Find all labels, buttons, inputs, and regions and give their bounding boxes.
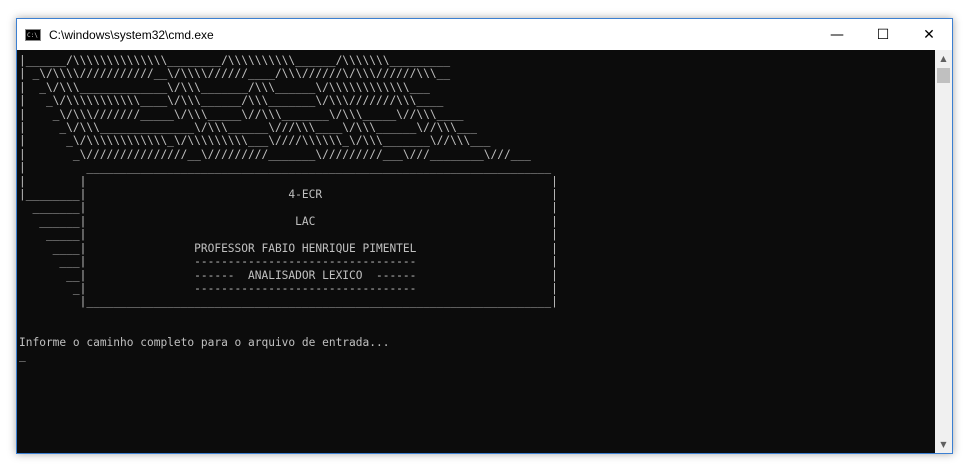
console-line: _____| | (45, 228, 558, 242)
console-line: | _\/\\\\\\\\\\\\_\/\\\\\\\\\___\////\\\… (19, 134, 491, 148)
console-line: Informe o caminho completo para o arquiv… (19, 335, 390, 349)
console-line: ______| LAC | (39, 214, 558, 228)
scrollbar-thumb[interactable] (937, 68, 950, 83)
console-line: |_______________________________________… (79, 295, 558, 309)
console-line: ____| PROFESSOR FABIO HENRIQUE PIMENTEL … (52, 241, 558, 255)
console-line: __| ------ ANALISADOR LEXICO ------ | (66, 268, 558, 282)
console-line: | _\///////////////__\/////////_______\/… (19, 147, 531, 161)
console-line: _______| | (32, 201, 558, 215)
console-line: |________| 4-ECR | (19, 188, 558, 202)
window-controls: — ☐ ✕ (814, 19, 952, 50)
console-line: _ (19, 348, 26, 362)
console-text: |______/\\\\\\\\\\\\\\________/\\\\\\\\\… (19, 54, 558, 362)
console-line: | ______________________________________… (19, 161, 552, 175)
console-line: | _\/\\\______________\/\\\______\///\\\… (19, 121, 478, 135)
close-icon: ✕ (923, 26, 935, 43)
console-output[interactable]: |______/\\\\\\\\\\\\\\________/\\\\\\\\\… (17, 50, 934, 453)
console-line: | _\/\\\\///////////__\/\\\\//////____/\… (19, 67, 451, 81)
console-line: _| --------------------------------- | (72, 281, 558, 295)
scroll-down-icon[interactable]: ▼ (935, 436, 952, 453)
cmd-icon[interactable]: C:\ (25, 28, 41, 41)
console-line: |______/\\\\\\\\\\\\\\________/\\\\\\\\\… (19, 54, 451, 67)
console-line: | | | (19, 174, 558, 188)
console-line: ___| --------------------------------- | (59, 255, 558, 269)
maximize-button[interactable]: ☐ (860, 19, 906, 50)
window-title: C:\windows\system32\cmd.exe (49, 27, 214, 42)
console-line: | _\/\\\\\\\\\\\____\/\\\______/\\\_____… (19, 94, 444, 108)
minimize-button[interactable]: — (814, 19, 860, 50)
vertical-scrollbar[interactable]: ▲ ▼ (935, 50, 952, 453)
cmd-window: C:\ C:\windows\system32\cmd.exe — ☐ ✕ |_… (16, 18, 953, 454)
console-line: | _\/\\\_____________\/\\\_______/\\\___… (19, 80, 430, 94)
close-button[interactable]: ✕ (906, 19, 952, 50)
console-line: | _\/\\\///////_____\/\\\_____\//\\\____… (19, 107, 464, 121)
minimize-icon: — (830, 26, 844, 43)
maximize-icon: ☐ (876, 26, 890, 43)
title-bar[interactable]: C:\ C:\windows\system32\cmd.exe — ☐ ✕ (17, 19, 952, 50)
scroll-up-icon[interactable]: ▲ (935, 50, 952, 67)
